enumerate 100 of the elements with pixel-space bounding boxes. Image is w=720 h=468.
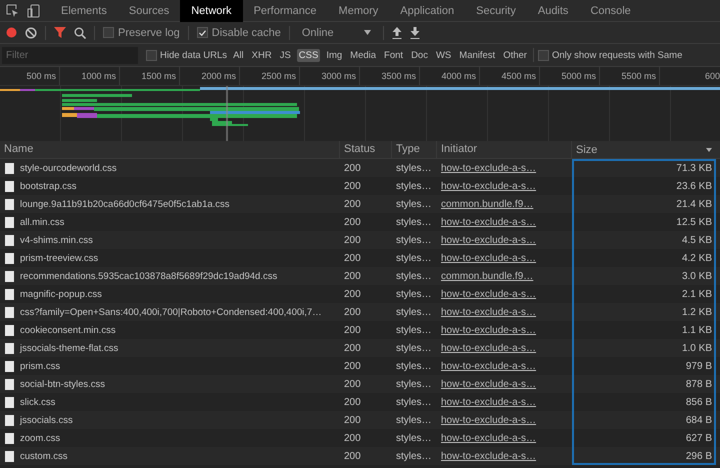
initiator-link[interactable]: how-to-exclude-a-s… [441, 342, 536, 354]
request-name[interactable]: magnific-popup.css [20, 288, 102, 300]
type-cell: styles… [396, 306, 432, 318]
initiator-link[interactable]: how-to-exclude-a-s… [441, 432, 536, 444]
type-filter[interactable]: Font [382, 48, 406, 62]
type-filter[interactable]: CSS [296, 48, 320, 62]
initiator-link[interactable]: how-to-exclude-a-s… [441, 180, 536, 192]
device-icon[interactable] [27, 4, 40, 18]
column-header[interactable]: Name [4, 143, 34, 155]
download-icon[interactable] [410, 26, 420, 38]
panel-tab[interactable]: Network [180, 0, 243, 22]
file-icon [5, 288, 14, 300]
checkbox[interactable] [538, 50, 549, 60]
request-name[interactable]: lounge.9a11b91b20ca66d0cf6475e0f5c1ab1a.css [20, 198, 230, 210]
initiator-link[interactable]: how-to-exclude-a-s… [441, 324, 536, 336]
request-name[interactable]: custom.css [20, 450, 68, 462]
initiator-link[interactable]: how-to-exclude-a-s… [441, 396, 536, 408]
time-tick-label: 1000 ms [81, 71, 116, 81]
initiator-link[interactable]: how-to-exclude-a-s… [441, 216, 536, 228]
panel-tab[interactable]: Memory [328, 0, 390, 22]
type-filter[interactable]: Img [324, 48, 344, 62]
initiator-link[interactable]: how-to-exclude-a-s… [441, 288, 536, 300]
column-header[interactable]: Status [344, 143, 376, 155]
type-filter[interactable]: XHR [250, 48, 274, 62]
search-icon[interactable] [74, 26, 86, 38]
sort-icon[interactable] [706, 148, 712, 152]
inspect-icon[interactable] [6, 4, 19, 17]
size-cell: 2.1 KB [682, 288, 712, 300]
request-name[interactable]: recommendations.5935cac103878a8f5689f29dc19ad94d.css [20, 270, 278, 282]
type-filter[interactable]: JS [278, 48, 293, 62]
column-header[interactable]: Size [576, 144, 598, 156]
initiator-link[interactable]: how-to-exclude-a-s… [441, 252, 536, 264]
file-icon [5, 198, 14, 210]
request-name[interactable]: bootstrap.css [20, 180, 76, 192]
request-name[interactable]: style-ourcodeworld.css [20, 162, 117, 174]
record-icon[interactable] [6, 27, 17, 38]
file-icon [5, 360, 14, 372]
panel-tab[interactable]: Elements [50, 0, 118, 22]
checkbox[interactable] [196, 27, 208, 38]
request-name[interactable]: all.min.css [20, 216, 64, 228]
initiator-link[interactable]: common.bundle.f9… [441, 198, 534, 210]
type-cell: styles… [396, 324, 432, 336]
size-cell: 71.3 KB [676, 162, 712, 174]
request-name[interactable]: slick.css [20, 396, 56, 408]
request-name[interactable]: social-btn-styles.css [20, 378, 105, 390]
initiator-link[interactable]: how-to-exclude-a-s… [441, 360, 536, 372]
panel-tab[interactable]: Security [465, 0, 527, 22]
request-name[interactable]: cookieconsent.min.css [20, 324, 116, 336]
request-name[interactable]: v4-shims.min.css [20, 234, 93, 246]
time-tick-label: 4500 ms [501, 71, 536, 81]
size-cell: 4.5 KB [682, 234, 712, 246]
initiator-link[interactable]: how-to-exclude-a-s… [441, 450, 536, 462]
clear-icon[interactable] [25, 26, 37, 38]
type-filter[interactable]: WS [434, 48, 454, 62]
type-cell: styles… [396, 396, 432, 408]
type-filter[interactable]: Doc [409, 48, 430, 62]
file-icon [5, 396, 14, 408]
checkbox-label: Disable cache [212, 26, 281, 38]
upload-icon[interactable] [392, 26, 402, 38]
initiator-link[interactable]: how-to-exclude-a-s… [441, 234, 536, 246]
request-name[interactable]: prism-treeview.css [20, 252, 98, 264]
panel-tab[interactable]: Console [579, 0, 642, 22]
type-filter[interactable]: Other [501, 48, 529, 62]
type-cell: styles… [396, 432, 432, 444]
type-cell: styles… [396, 162, 432, 174]
checkbox-label: Hide data URLs [160, 50, 228, 60]
file-icon [5, 270, 14, 282]
request-name[interactable]: prism.css [20, 360, 60, 372]
initiator-link[interactable]: how-to-exclude-a-s… [441, 162, 536, 174]
filter-field[interactable]: Filter [2, 46, 138, 64]
request-name[interactable]: css?family=Open+Sans:400,400i,700|Roboto+Condensed:400,400i,7… [20, 306, 322, 318]
panel-tab[interactable]: Audits [526, 0, 580, 22]
checkbox[interactable] [146, 50, 157, 60]
type-filter[interactable]: Manifest [457, 48, 498, 62]
initiator-link[interactable]: how-to-exclude-a-s… [441, 306, 536, 318]
panel-tab[interactable]: Performance [242, 0, 328, 22]
request-name[interactable]: jssocials.css [20, 414, 73, 426]
status-cell: 200 [344, 378, 361, 390]
column-header[interactable]: Initiator [441, 143, 478, 155]
type-cell: styles… [396, 180, 432, 192]
type-cell: styles… [396, 414, 432, 426]
initiator-link[interactable]: how-to-exclude-a-s… [441, 414, 536, 426]
type-cell: styles… [396, 198, 432, 210]
filter-icon[interactable] [54, 27, 66, 38]
panel-tab[interactable]: Application [389, 0, 466, 22]
request-name[interactable]: zoom.css [20, 432, 60, 444]
type-cell: styles… [396, 378, 432, 390]
initiator-link[interactable]: common.bundle.f9… [441, 270, 534, 282]
status-cell: 200 [344, 342, 361, 354]
type-filter[interactable]: Media [348, 48, 378, 62]
checkbox[interactable] [103, 27, 114, 38]
panel-tab[interactable]: Sources [118, 0, 180, 22]
file-icon [5, 342, 14, 354]
request-name[interactable]: jssocials-theme-flat.css [20, 342, 118, 354]
column-header[interactable]: Type [396, 143, 420, 155]
type-cell: styles… [396, 270, 432, 282]
throttle-dropdown[interactable]: Online [298, 26, 375, 38]
status-cell: 200 [344, 450, 361, 462]
initiator-link[interactable]: how-to-exclude-a-s… [441, 378, 536, 390]
type-filter[interactable]: All [231, 48, 246, 62]
